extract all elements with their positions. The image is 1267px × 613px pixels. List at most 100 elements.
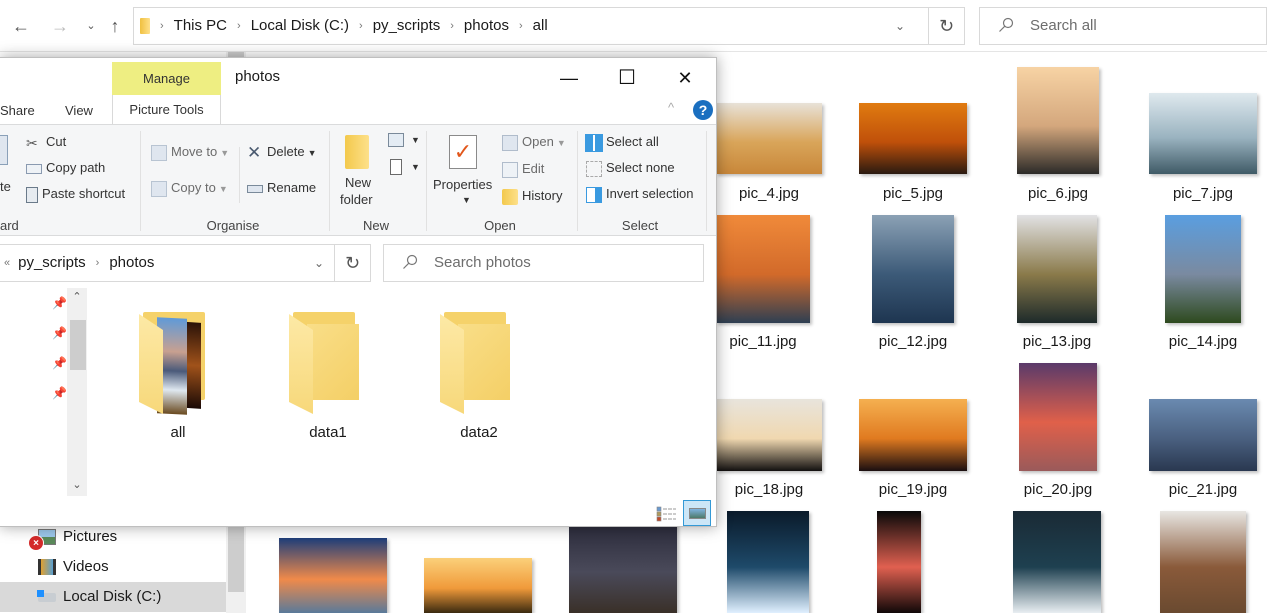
invert-selection-button[interactable]: Invert selection — [586, 186, 693, 203]
minimize-button[interactable]: — — [546, 58, 592, 98]
sidebar-item-videos[interactable]: Videos — [0, 552, 226, 582]
search-placeholder: Search all — [1030, 17, 1097, 34]
breadcrumb-overflow-icon[interactable]: « — [4, 245, 10, 281]
new-folder-button[interactable]: New folder — [338, 135, 380, 213]
address-bar[interactable]: › This PC › Local Disk (C:) › py_scripts › phot… — [133, 7, 965, 45]
refresh-button[interactable]: ↻ — [928, 8, 964, 44]
folder-data1[interactable]: data1 — [273, 312, 383, 441]
forward-button[interactable]: → — [49, 14, 71, 38]
title-bar: Share View Manage Picture Tools photos —… — [0, 58, 716, 124]
tab-picture-tools[interactable]: Picture Tools — [112, 95, 221, 124]
properties-button[interactable]: ✓ Properties ▼ — [431, 133, 497, 213]
copy-to-button[interactable]: Copy to ▼ — [151, 180, 228, 197]
new-item-button[interactable]: ▼ — [388, 133, 420, 151]
new-folder-label-line2: folder — [340, 192, 373, 207]
pin-icon[interactable]: 📌 — [52, 356, 67, 370]
breadcrumb-item[interactable]: Local Disk (C:) — [251, 8, 349, 44]
breadcrumb-item[interactable]: photos — [464, 8, 509, 44]
history-button[interactable]: History — [502, 188, 562, 205]
rename-icon — [247, 184, 263, 193]
picture-icon — [689, 508, 706, 519]
breadcrumb-item[interactable]: all — [533, 8, 548, 44]
cut-button[interactable]: ✂ Cut — [26, 134, 66, 151]
quick-access-scrollbar[interactable]: ⌃ ⌄ — [67, 288, 87, 496]
up-button[interactable]: ↑ — [104, 14, 126, 38]
large-icons-view-button[interactable] — [683, 500, 711, 526]
image-thumbnail — [279, 538, 387, 613]
invert-selection-icon — [586, 186, 602, 203]
recent-locations-button[interactable]: ⌄ — [80, 14, 102, 38]
breadcrumb-separator-icon[interactable]: › — [96, 245, 100, 281]
refresh-button[interactable]: ↻ — [334, 245, 370, 281]
image-thumbnail — [716, 215, 810, 323]
breadcrumb-separator-icon[interactable]: › — [160, 8, 164, 44]
paste-shortcut-button[interactable]: Paste shortcut — [26, 186, 125, 203]
details-view-button[interactable] — [656, 506, 678, 522]
copy-path-label: Copy path — [46, 160, 106, 175]
edit-button[interactable]: Edit — [502, 161, 544, 178]
file-name-label: pic_13.jpg — [1022, 333, 1092, 350]
address-dropdown-button[interactable]: ⌄ — [314, 245, 324, 281]
rename-button[interactable]: Rename — [247, 180, 316, 195]
breadcrumb-item[interactable]: This PC — [174, 8, 227, 44]
paste-icon — [0, 135, 8, 165]
image-thumbnail — [1013, 511, 1101, 613]
windows-logo-icon — [37, 590, 44, 597]
scrollbar-thumb[interactable] — [70, 320, 86, 370]
close-button[interactable]: ✕ — [662, 58, 708, 98]
image-thumbnail — [1149, 399, 1257, 471]
folder-icon — [440, 312, 518, 416]
copy-path-button[interactable]: Copy path — [26, 160, 105, 175]
address-dropdown-button[interactable]: ⌄ — [888, 8, 912, 44]
breadcrumb-separator-icon[interactable]: › — [450, 8, 454, 44]
folder-data2[interactable]: data2 — [424, 312, 534, 441]
select-all-button[interactable]: Select all — [585, 133, 659, 152]
folder-with-preview-icon — [139, 312, 217, 416]
sidebar-item-local-disk[interactable]: Local Disk (C:) — [0, 582, 226, 612]
open-button[interactable]: Open ▼ — [502, 134, 566, 151]
back-button[interactable]: ← — [10, 14, 32, 38]
breadcrumb-item[interactable]: photos — [109, 245, 154, 281]
open-icon — [502, 134, 518, 151]
move-to-button[interactable]: Move to ▼ — [151, 144, 229, 161]
file-name-label: pic_21.jpg — [1168, 481, 1238, 498]
pin-icon[interactable]: 📌 — [52, 386, 67, 400]
breadcrumb-separator-icon[interactable]: › — [359, 8, 363, 44]
folder-all[interactable]: all — [123, 312, 233, 441]
search-input[interactable]: Search all — [979, 7, 1267, 45]
image-thumbnail — [1165, 215, 1241, 323]
photos-address-bar[interactable]: «py_scripts › photos ⌄ ↻ — [0, 244, 371, 282]
group-label-clipboard: ard — [0, 218, 19, 233]
help-button[interactable]: ? — [693, 100, 713, 120]
image-thumbnail — [1017, 215, 1097, 323]
maximize-button[interactable]: ☐ — [604, 58, 650, 98]
tab-view[interactable]: View — [65, 103, 93, 118]
select-all-label: Select all — [606, 134, 659, 149]
easy-access-button[interactable]: ▼ — [388, 159, 420, 179]
image-thumbnail — [859, 399, 967, 471]
delete-button[interactable]: ✕ Delete ▼ — [247, 144, 317, 161]
group-divider — [577, 131, 578, 231]
ribbon: te ✂ Cut Copy path Paste shortcut ard Mov… — [0, 124, 716, 236]
pin-icon[interactable]: 📌 — [52, 326, 67, 340]
breadcrumb-item[interactable]: py_scripts — [373, 8, 441, 44]
paste-shortcut-icon — [26, 186, 38, 203]
image-thumbnail — [1019, 363, 1097, 471]
paste-button[interactable]: te — [0, 179, 11, 194]
search-photos-input[interactable]: Search photos — [383, 244, 704, 282]
scroll-up-icon[interactable]: ⌃ — [67, 290, 87, 303]
select-none-button[interactable]: Select none — [586, 160, 675, 177]
tab-share[interactable]: Share — [0, 103, 35, 118]
scroll-down-icon[interactable]: ⌄ — [67, 478, 87, 491]
breadcrumb-separator-icon[interactable]: › — [519, 8, 523, 44]
group-divider — [706, 131, 707, 231]
breadcrumb-separator-icon[interactable]: › — [237, 8, 241, 44]
breadcrumb-item[interactable]: py_scripts — [18, 245, 86, 281]
collapse-ribbon-button[interactable]: ^ — [668, 100, 674, 115]
easy-access-icon — [390, 159, 402, 175]
pin-icon[interactable]: 📌 — [52, 296, 67, 310]
window-title: photos — [235, 68, 281, 85]
group-divider — [239, 147, 240, 203]
image-thumbnail — [716, 399, 822, 471]
rename-label: Rename — [267, 180, 317, 195]
